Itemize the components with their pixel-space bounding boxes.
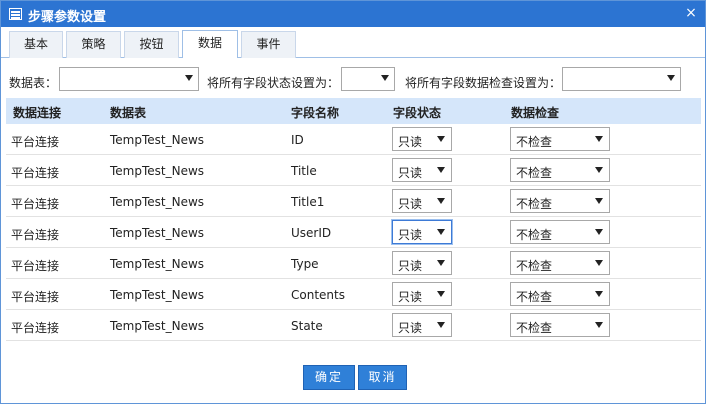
table-row: 平台连接 TempTest_News Title 只读 不检查 [6, 155, 701, 186]
row-check-select[interactable]: 不检查 [510, 251, 610, 275]
row-check-select[interactable]: 不检查 [510, 158, 610, 182]
row-status-select[interactable]: 只读 [392, 313, 452, 337]
table-row: 平台连接 TempTest_News UserID 只读 不检查 [6, 217, 701, 248]
tab-strategy[interactable]: 策略 [66, 31, 121, 58]
table-icon [9, 8, 22, 20]
table-row: 平台连接 TempTest_News State 只读 不检查 [6, 310, 701, 341]
field-check-all-select[interactable] [562, 67, 681, 91]
row-field: Contents [291, 288, 345, 302]
cancel-button[interactable]: 取消 [358, 365, 407, 390]
chevron-down-icon [437, 260, 445, 266]
row-check-select[interactable]: 不检查 [510, 189, 610, 213]
row-status-select[interactable]: 只读 [392, 158, 452, 182]
row-check-select[interactable]: 不检查 [510, 127, 610, 151]
tab-events[interactable]: 事件 [241, 31, 296, 58]
row-table: TempTest_News [110, 164, 205, 178]
chevron-down-icon [595, 167, 603, 173]
chevron-down-icon [437, 322, 445, 328]
row-field: Type [291, 257, 319, 271]
chevron-down-icon [667, 75, 675, 81]
close-icon[interactable]: × [683, 5, 699, 21]
dialog-titlebar[interactable]: 步骤参数设置 × [1, 1, 705, 27]
data-table-label: 数据表： [9, 76, 58, 90]
chevron-down-icon [381, 75, 389, 81]
row-connection: 平台连接 [11, 197, 60, 211]
field-status-all-select[interactable] [341, 67, 395, 91]
row-table: TempTest_News [110, 288, 205, 302]
chevron-down-icon [595, 229, 603, 235]
ok-button[interactable]: 确定 [303, 365, 355, 390]
row-status-select[interactable]: 只读 [392, 251, 452, 275]
field-status-all-label: 将所有字段状态设置为： [207, 76, 340, 90]
field-check-all-label: 将所有字段数据检查设置为： [405, 76, 562, 90]
chevron-down-icon [595, 136, 603, 142]
chevron-down-icon [437, 229, 445, 235]
step-params-dialog: 步骤参数设置 × 基本 策略 按钮 数据 事件 数据表： 将所有字段状态设置为：… [0, 0, 706, 404]
column-header-status: 字段状态 [393, 106, 442, 120]
chevron-down-icon [437, 291, 445, 297]
row-table: TempTest_News [110, 195, 205, 209]
row-status-select[interactable]: 只读 [392, 127, 452, 151]
column-header-table: 数据表 [110, 106, 147, 120]
chevron-down-icon [595, 198, 603, 204]
row-table: TempTest_News [110, 257, 205, 271]
tab-bar: 基本 策略 按钮 数据 事件 [1, 27, 705, 58]
row-field: UserID [291, 226, 332, 240]
chevron-down-icon [437, 198, 445, 204]
row-connection: 平台连接 [11, 135, 60, 149]
row-field: ID [291, 133, 304, 147]
chevron-down-icon [595, 260, 603, 266]
table-row: 平台连接 TempTest_News Contents 只读 不检查 [6, 279, 701, 310]
column-header-connection: 数据连接 [13, 106, 62, 120]
data-table-select[interactable] [59, 67, 199, 91]
table-row: 平台连接 TempTest_News Title1 只读 不检查 [6, 186, 701, 217]
row-connection: 平台连接 [11, 321, 60, 335]
column-header-field: 字段名称 [291, 106, 340, 120]
chevron-down-icon [437, 167, 445, 173]
row-status-select[interactable]: 只读 [392, 189, 452, 213]
tab-basic[interactable]: 基本 [9, 31, 63, 58]
table-row: 平台连接 TempTest_News ID 只读 不检查 [6, 124, 701, 155]
chevron-down-icon [595, 322, 603, 328]
row-check-select[interactable]: 不检查 [510, 313, 610, 337]
row-table: TempTest_News [110, 133, 205, 147]
row-field: Title [291, 164, 317, 178]
row-field: State [291, 319, 323, 333]
filter-row: 数据表： 将所有字段状态设置为： 将所有字段数据检查设置为： [1, 67, 705, 93]
tab-data[interactable]: 数据 [182, 30, 238, 58]
table-row: 平台连接 TempTest_News Type 只读 不检查 [6, 248, 701, 279]
row-connection: 平台连接 [11, 166, 60, 180]
tab-buttons[interactable]: 按钮 [124, 31, 179, 58]
row-table: TempTest_News [110, 226, 205, 240]
row-field: Title1 [291, 195, 325, 209]
grid-header: 数据连接 数据表 字段名称 字段状态 数据检查 [6, 98, 701, 124]
row-connection: 平台连接 [11, 259, 60, 273]
chevron-down-icon [437, 136, 445, 142]
dialog-title: 步骤参数设置 [28, 10, 107, 25]
column-header-check: 数据检查 [511, 106, 560, 120]
row-check-select[interactable]: 不检查 [510, 282, 610, 306]
row-connection: 平台连接 [11, 290, 60, 304]
row-table: TempTest_News [110, 319, 205, 333]
chevron-down-icon [185, 75, 193, 81]
chevron-down-icon [595, 291, 603, 297]
row-status-select[interactable]: 只读 [392, 282, 452, 306]
row-status-select[interactable]: 只读 [392, 220, 452, 244]
row-check-select[interactable]: 不检查 [510, 220, 610, 244]
row-connection: 平台连接 [11, 228, 60, 242]
